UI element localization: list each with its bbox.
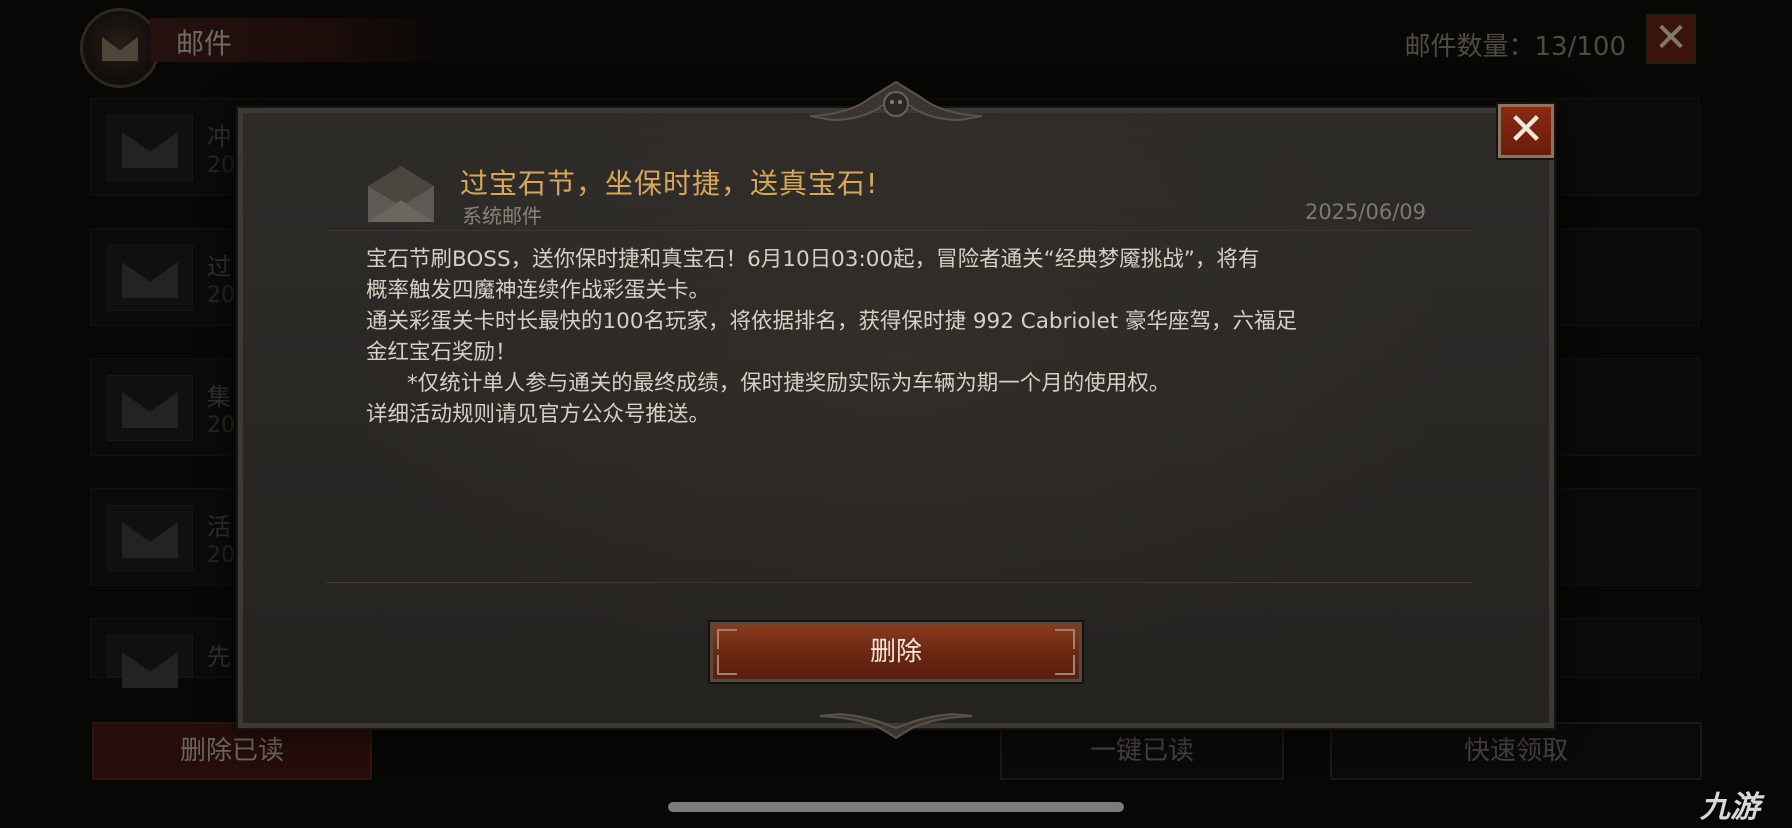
mail-body-line: 概率触发四魔神连续作战彩蛋关卡。 [366,278,711,303]
corner-decoration [717,629,737,649]
mail-body-line: *仅统计单人参与通关的最终成绩，保时捷奖励实际为车辆为期一个月的使用权。 [366,371,1171,396]
watermark-logo: 九游 [1700,790,1760,825]
mail-date: 2025/06/09 [1304,200,1426,224]
divider [326,582,1472,583]
mail-body: 宝石节刷BOSS，送你保时捷和真宝石！6月10日03:00起，冒险者通关“经典梦… [366,244,1426,430]
ornament-bottom-icon [820,712,972,740]
home-indicator[interactable] [668,802,1124,812]
mail-body-line: 详细活动规则请见官方公众号推送。 [366,402,711,427]
mail-title: 过宝石节，坐保时捷，送真宝石! [460,167,879,200]
corner-decoration [1055,655,1075,675]
mail-sender: 系统邮件 [462,204,542,228]
dialog-close-button[interactable]: ✕ [1498,104,1554,158]
delete-label: 删除 [869,637,922,667]
ornament-top-icon [810,80,982,122]
delete-mail-button[interactable]: 删除 [710,622,1082,682]
mail-body-line: 金红宝石奖励！ [366,340,517,365]
envelope-icon [368,166,434,222]
mail-body-line: 通关彩蛋关卡时长最快的100名玩家，将依据排名，获得保时捷 992 Cabrio… [366,309,1298,334]
divider [326,230,1472,231]
corner-decoration [717,655,737,675]
corner-decoration [1055,629,1075,649]
mail-body-line: 宝石节刷BOSS，送你保时捷和真宝石！6月10日03:00起，冒险者通关“经典梦… [366,247,1260,272]
